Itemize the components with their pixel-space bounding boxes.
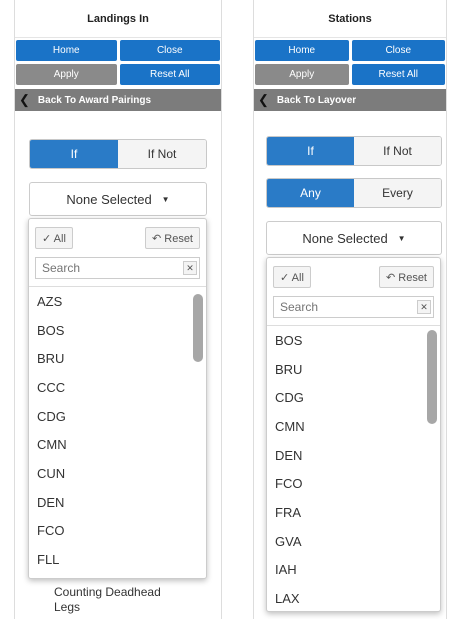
if-toggle: If If Not (266, 136, 442, 166)
apply-button[interactable]: Apply (255, 64, 349, 85)
reset-all-button[interactable]: Reset All (119, 64, 220, 85)
list-item[interactable]: CDG (29, 402, 206, 431)
apply-button[interactable]: Apply (16, 64, 117, 85)
reset-button[interactable]: ↶ Reset (144, 227, 200, 249)
clear-search-icon[interactable]: ✕ (417, 300, 431, 314)
list-item[interactable]: DEN (29, 488, 206, 517)
station-dropdown-menu: ✓ All ↶ Reset ✕ BOSBRUCDGCMNDENFCOFRAGVA… (266, 257, 441, 612)
if-not-option[interactable]: If Not (354, 137, 441, 165)
caret-down-icon: ▼ (397, 233, 406, 243)
chevron-left-icon: ❮ (258, 92, 269, 107)
home-button[interactable]: Home (16, 40, 117, 61)
action-buttons: Home Close Apply Reset All (254, 38, 446, 85)
option-list: BOS BRU CDG CMN DEN FCO FRA GVA IAH LAX (267, 326, 440, 611)
reset-button[interactable]: ↶ Reset (378, 266, 434, 288)
back-to-layover-button[interactable]: ❮ Back To Layover (254, 89, 446, 111)
list-item[interactable]: FCO (267, 469, 440, 498)
back-to-award-pairings-button[interactable]: ❮ Back To Award Pairings (15, 89, 221, 111)
caret-down-icon: ▼ (161, 194, 170, 204)
list-item[interactable]: CDG (267, 383, 440, 412)
chevron-left-icon: ❮ (19, 92, 30, 107)
list-item[interactable]: FRA (267, 498, 440, 527)
scrollbar-thumb[interactable] (427, 330, 437, 424)
panel-title: Stations (254, 0, 446, 38)
list-item[interactable]: DEN (267, 441, 440, 470)
list-item[interactable]: CUN (29, 459, 206, 488)
station-multiselect[interactable]: None Selected ▼ (29, 182, 207, 216)
search-wrap: ✕ (35, 257, 200, 279)
if-toggle: If If Not (29, 139, 207, 169)
list-item[interactable]: CMN (29, 430, 206, 459)
back-label: Back To Layover (276, 94, 357, 106)
list-item[interactable]: FLL (29, 545, 206, 574)
search-input[interactable] (273, 296, 434, 318)
list-item[interactable]: CMN (267, 412, 440, 441)
search-input[interactable] (35, 257, 200, 279)
select-all-button[interactable]: ✓ All (273, 266, 311, 288)
multiselect-value: None Selected (302, 230, 388, 246)
list-item[interactable]: BRU (29, 344, 206, 373)
list-item[interactable]: BRU (267, 355, 440, 384)
station-multiselect[interactable]: None Selected ▼ (266, 221, 442, 255)
list-item[interactable]: IAH (267, 556, 440, 585)
list-item[interactable]: BOS (267, 326, 440, 355)
search-wrap: ✕ (273, 296, 434, 318)
every-option[interactable]: Every (354, 179, 441, 207)
back-label: Back To Award Pairings (37, 94, 152, 106)
option-list: AZS BOS BRU CCC CDG CMN CUN DEN FCO FLL (29, 287, 206, 574)
reset-all-button[interactable]: Reset All (351, 64, 445, 85)
close-button[interactable]: Close (119, 40, 220, 61)
station-dropdown-menu: ✓ All ↶ Reset ✕ AZSBOSBRUCCCCDGCMNCUNDEN… (28, 218, 207, 579)
list-item[interactable]: CCC (29, 373, 206, 402)
dropdown-tools: ✓ All ↶ Reset (267, 258, 440, 288)
select-all-button[interactable]: ✓ All (35, 227, 73, 249)
scrollbar-thumb[interactable] (193, 294, 203, 362)
any-every-toggle: Any Every (266, 178, 442, 208)
home-button[interactable]: Home (255, 40, 349, 61)
if-option[interactable]: If (267, 137, 354, 165)
list-item[interactable]: FCO (29, 517, 206, 546)
panel-title: Landings In (15, 0, 221, 38)
list-item[interactable]: BOS (29, 316, 206, 345)
clear-search-icon[interactable]: ✕ (183, 261, 197, 275)
close-button[interactable]: Close (351, 40, 445, 61)
list-item[interactable]: GVA (267, 527, 440, 556)
if-option[interactable]: If (30, 140, 118, 168)
action-buttons: Home Close Apply Reset All (15, 38, 221, 85)
counting-deadhead-legs-label: Counting Deadhead Legs (54, 585, 161, 614)
dropdown-tools: ✓ All ↶ Reset (29, 219, 206, 249)
list-item[interactable]: LAX (267, 584, 440, 611)
list-item[interactable]: AZS (29, 287, 206, 316)
any-option[interactable]: Any (267, 179, 354, 207)
multiselect-value: None Selected (66, 191, 152, 207)
if-not-option[interactable]: If Not (118, 140, 206, 168)
